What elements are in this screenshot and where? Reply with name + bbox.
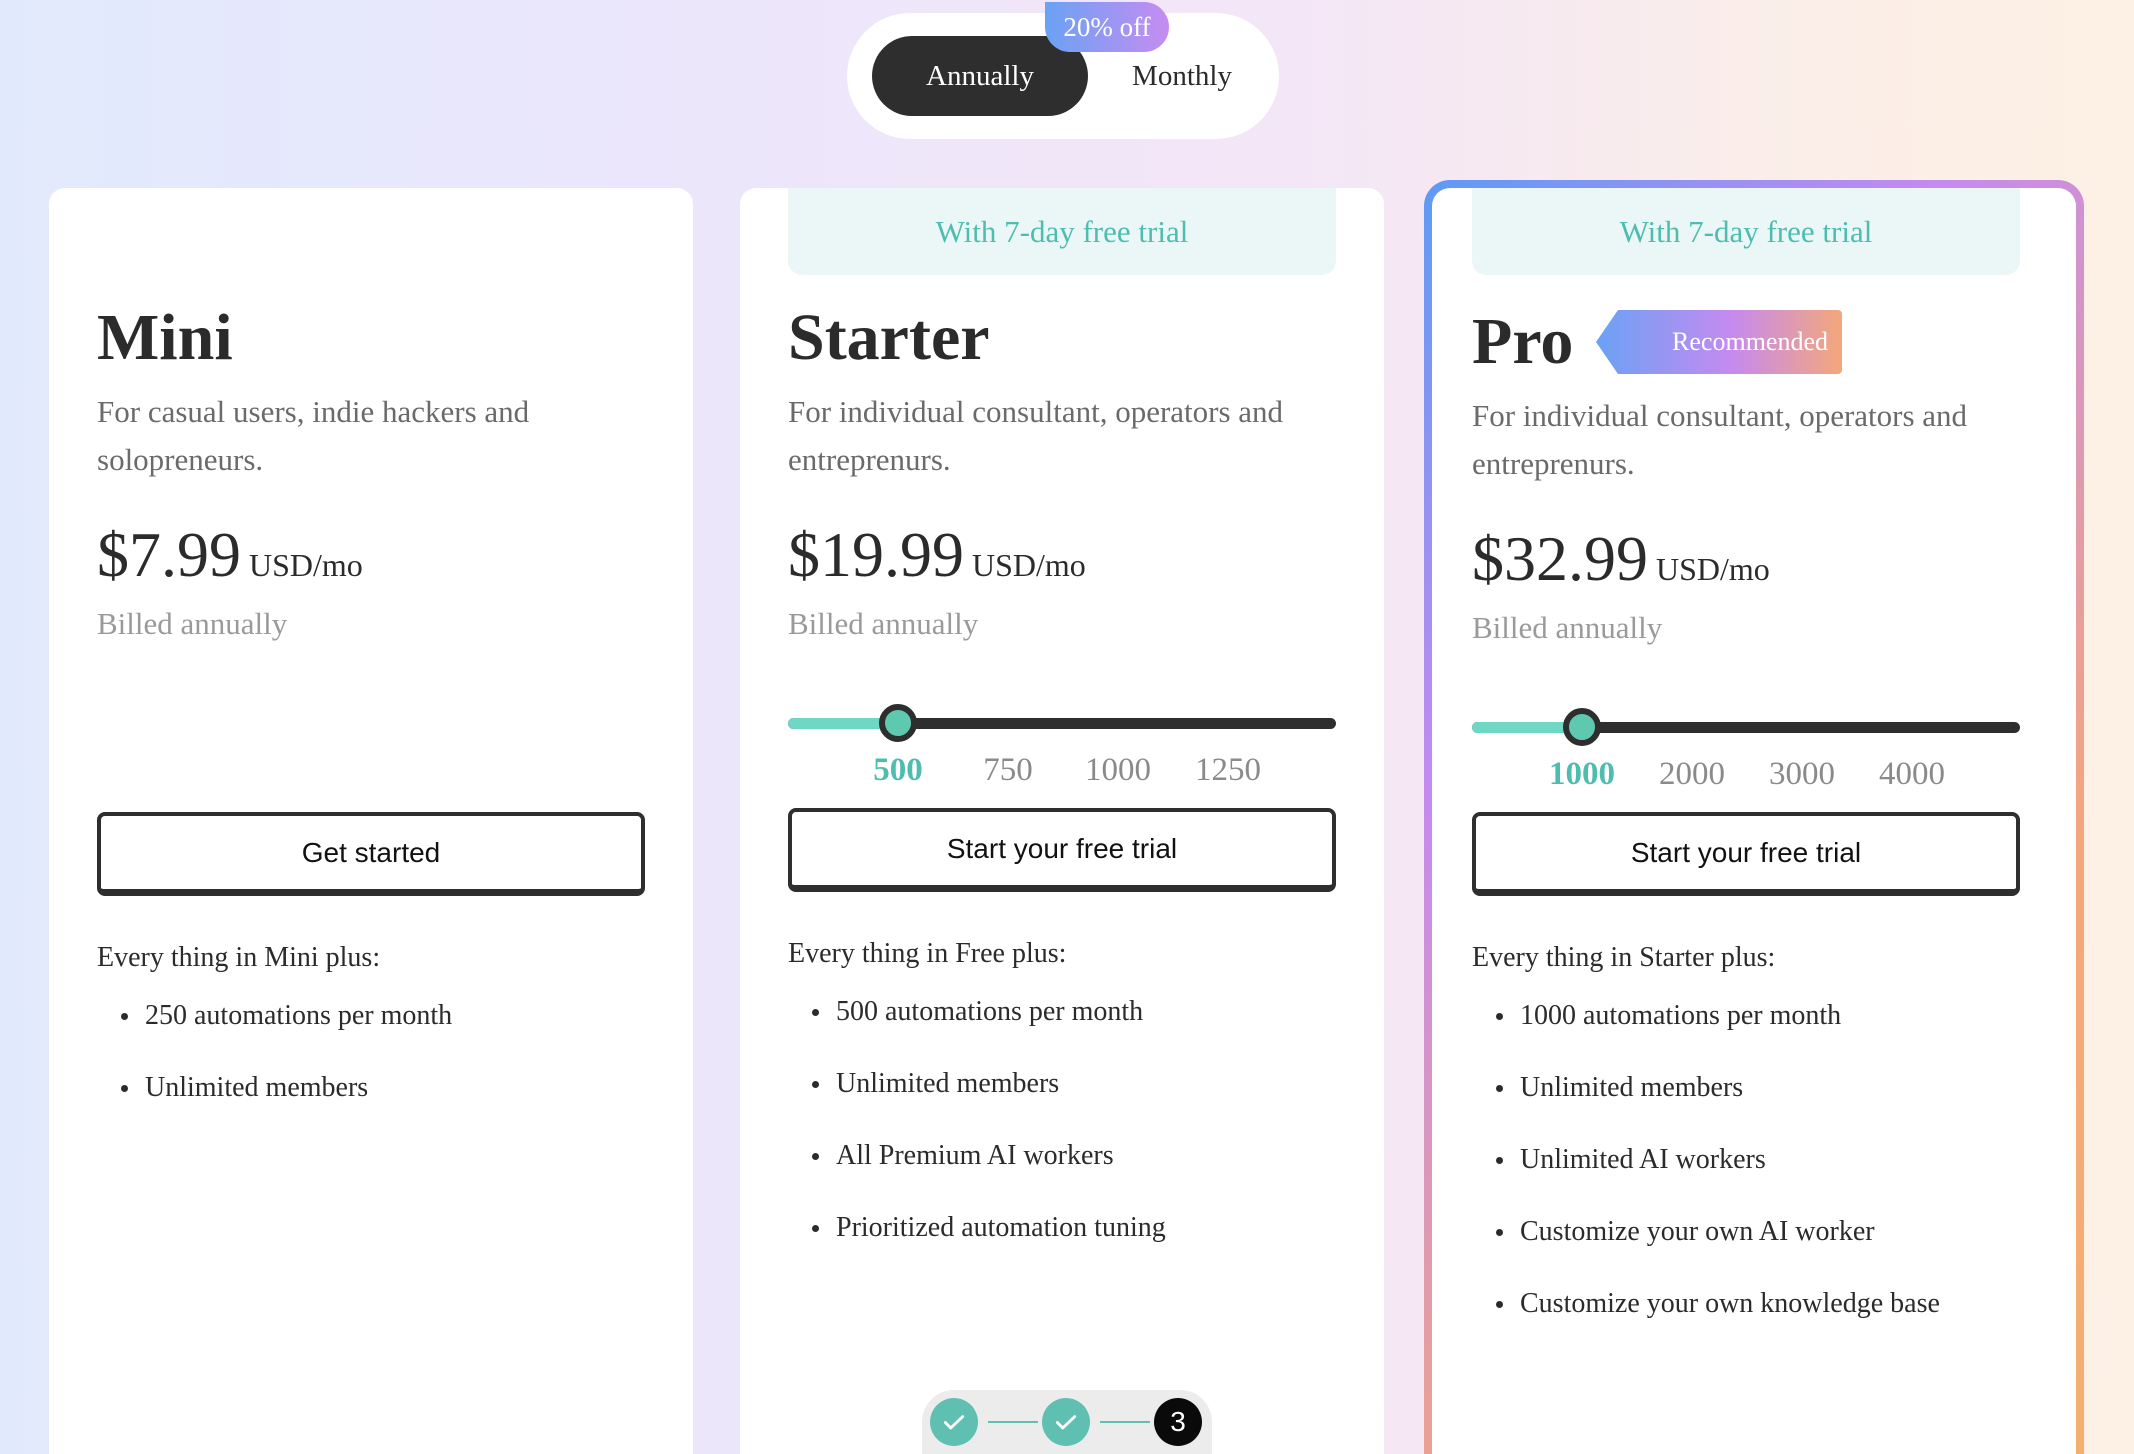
plan-name: Mini xyxy=(97,301,233,374)
billing-note: Billed annually xyxy=(97,606,288,641)
plan-description: For individual consultant, operators and… xyxy=(788,394,1284,477)
features-title: Every thing in Starter plus: xyxy=(1472,942,1776,973)
billing-note: Billed annually xyxy=(788,606,979,641)
slider-tick[interactable]: 2000 xyxy=(1659,756,1725,793)
features-title: Every thing in Mini plus: xyxy=(97,942,381,973)
slider-thumb[interactable] xyxy=(1563,708,1601,746)
start-free-trial-button[interactable]: Start your free trial xyxy=(1472,812,2020,896)
step-connector xyxy=(988,1421,1038,1423)
plan-price: $32.99 xyxy=(1472,523,1648,594)
feature-item: 1000 automations per month xyxy=(1472,996,1940,1068)
discount-badge: 20% off xyxy=(1045,2,1169,52)
price-unit: USD/mo xyxy=(1656,551,1770,587)
feature-item: All Premium AI workers xyxy=(788,1136,1166,1208)
feature-list: 500 automations per month Unlimited memb… xyxy=(788,992,1166,1280)
slider-tick[interactable]: 4000 xyxy=(1879,756,1945,793)
plan-card-pro: With 7-day free trial Pro Recommended Fo… xyxy=(1424,180,2084,1454)
slider-thumb[interactable] xyxy=(879,704,917,742)
plan-description: For casual users, indie hackers and solo… xyxy=(97,394,530,477)
plan-card-starter: With 7-day free trial Starter For indivi… xyxy=(740,188,1384,1454)
trial-banner: With 7-day free trial xyxy=(1472,188,2020,275)
step-current[interactable]: 3 xyxy=(1154,1398,1202,1446)
slider-tick[interactable]: 500 xyxy=(873,752,923,789)
automations-slider[interactable]: 500 750 1000 1250 xyxy=(788,704,1336,788)
plan-name: Starter xyxy=(788,301,990,374)
feature-list: 1000 automations per month Unlimited mem… xyxy=(1472,996,1940,1356)
feature-item: Unlimited members xyxy=(1472,1068,1940,1140)
step-complete-icon[interactable] xyxy=(1042,1398,1090,1446)
plan-description: For individual consultant, operators and… xyxy=(1472,398,1968,481)
feature-item: Unlimited members xyxy=(97,1068,452,1140)
start-free-trial-button[interactable]: Start your free trial xyxy=(788,808,1336,892)
slider-ticks: 500 750 1000 1250 xyxy=(788,752,1336,792)
feature-item: Prioritized automation tuning xyxy=(788,1208,1166,1280)
recommended-badge: Recommended xyxy=(1596,310,1842,374)
get-started-button[interactable]: Get started xyxy=(97,812,645,896)
step-complete-icon[interactable] xyxy=(930,1398,978,1446)
feature-item: Unlimited members xyxy=(788,1064,1166,1136)
price-row: $19.99 USD/mo xyxy=(788,518,1086,592)
slider-tick[interactable]: 1000 xyxy=(1549,756,1615,793)
price-row: $32.99 USD/mo xyxy=(1472,522,1770,596)
slider-tick[interactable]: 1000 xyxy=(1085,752,1151,789)
feature-item: Unlimited AI workers xyxy=(1472,1140,1940,1212)
plan-price: $7.99 xyxy=(97,519,241,590)
plan-card-pro-inner: With 7-day free trial Pro Recommended Fo… xyxy=(1432,188,2076,1454)
feature-item: 250 automations per month xyxy=(97,996,452,1068)
automations-slider[interactable]: 1000 2000 3000 4000 xyxy=(1472,708,2020,792)
slider-tick[interactable]: 1250 xyxy=(1195,752,1261,789)
slider-tick[interactable]: 750 xyxy=(983,752,1033,789)
price-row: $7.99 USD/mo xyxy=(97,518,363,592)
slider-tick[interactable]: 3000 xyxy=(1769,756,1835,793)
feature-item: Customize your own knowledge base xyxy=(1472,1284,1940,1356)
plan-price: $19.99 xyxy=(788,519,964,590)
feature-list: 250 automations per month Unlimited memb… xyxy=(97,996,452,1140)
feature-item: 500 automations per month xyxy=(788,992,1166,1064)
progress-stepper: 3 xyxy=(922,1390,1212,1454)
features-title: Every thing in Free plus: xyxy=(788,938,1067,969)
trial-banner: With 7-day free trial xyxy=(788,188,1336,275)
price-unit: USD/mo xyxy=(972,547,1086,583)
feature-item: Customize your own AI worker xyxy=(1472,1212,1940,1284)
price-unit: USD/mo xyxy=(249,547,363,583)
step-connector xyxy=(1100,1421,1150,1423)
billing-note: Billed annually xyxy=(1472,610,1663,645)
slider-ticks: 1000 2000 3000 4000 xyxy=(1472,756,2020,796)
plan-card-mini: Mini For casual users, indie hackers and… xyxy=(49,188,693,1454)
plan-name: Pro xyxy=(1472,305,1574,378)
